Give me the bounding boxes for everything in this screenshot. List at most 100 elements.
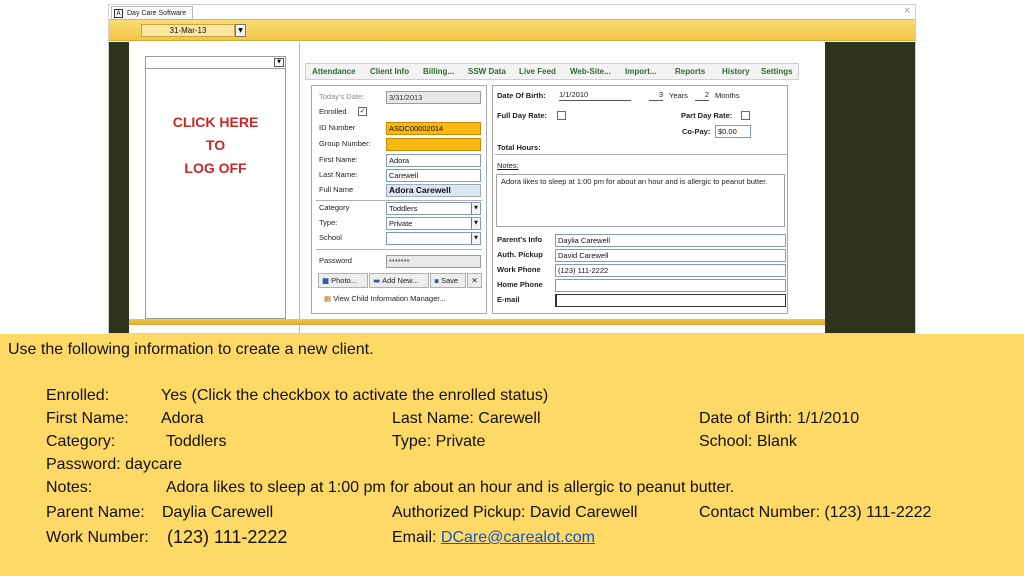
parent-name-instruction-label: Parent Name: bbox=[46, 504, 145, 521]
part-day-rate-checkbox[interactable] bbox=[741, 111, 750, 120]
full-day-rate-checkbox[interactable] bbox=[557, 111, 566, 120]
save-icon: ▪ bbox=[434, 276, 440, 285]
work-number-instruction-value: (123) 111-2222 bbox=[167, 527, 288, 547]
copay-field[interactable]: $0.00 bbox=[715, 125, 751, 138]
email-link[interactable]: DCare@carealot.com bbox=[441, 529, 595, 546]
photo-button[interactable]: ■ Photo... bbox=[318, 273, 368, 288]
footer-bar bbox=[129, 319, 825, 325]
tab-history[interactable]: History bbox=[722, 64, 750, 79]
todays-date-field[interactable]: 3/31/2013 bbox=[386, 91, 481, 104]
access-app-icon: A bbox=[114, 8, 123, 18]
tab-web-site[interactable]: Web-Site... bbox=[570, 64, 611, 79]
tab-billing[interactable]: Billing... bbox=[423, 64, 454, 79]
home-phone-field[interactable] bbox=[555, 279, 786, 292]
pane-divider bbox=[299, 42, 300, 333]
log-off-button[interactable]: CLICK HERE TO LOG OFF bbox=[146, 111, 285, 180]
section-divider bbox=[495, 154, 787, 155]
tab-attendance[interactable]: Attendance bbox=[312, 64, 356, 79]
full-name-label: Full Name bbox=[319, 185, 354, 194]
type-value: Private bbox=[389, 219, 413, 228]
log-off-line: TO bbox=[205, 137, 226, 153]
full-day-rate-label: Full Day Rate: bbox=[497, 111, 548, 120]
group-number-field[interactable] bbox=[386, 138, 481, 151]
section-divider bbox=[316, 249, 482, 250]
contact-number-instruction: Contact Number: (123) 111-2222 bbox=[699, 504, 932, 521]
left-border-strip bbox=[109, 42, 129, 333]
work-phone-field[interactable]: (123) 111-2222 bbox=[555, 264, 786, 277]
dob-label: Date Of Birth: bbox=[497, 91, 546, 100]
tab-reports[interactable]: Reports bbox=[675, 64, 705, 79]
email-field[interactable] bbox=[555, 294, 786, 307]
last-name-field[interactable]: Carewell bbox=[386, 169, 481, 182]
log-off-line: LOG OFF bbox=[184, 160, 247, 176]
type-label: Type: bbox=[319, 218, 338, 227]
todays-date-label: Today's Date: bbox=[319, 92, 365, 101]
photo-button-label: Photo... bbox=[331, 276, 357, 285]
manager-icon: ▦ bbox=[324, 294, 332, 303]
category-instruction-value: Toddlers bbox=[166, 433, 227, 450]
view-child-info-button[interactable]: ▦ View Child Information Manager... bbox=[324, 294, 446, 303]
tab-live-feed[interactable]: Live Feed bbox=[519, 64, 556, 79]
instruction-panel: Use the following information to create … bbox=[0, 334, 1024, 576]
auth-pickup-field[interactable]: David Carewell bbox=[555, 249, 786, 262]
tab-settings[interactable]: Settings bbox=[761, 64, 793, 79]
form-content: ▼ CLICK HERE TO LOG OFF Attendance Clien… bbox=[129, 42, 825, 333]
notes-instruction-value: Adora likes to sleep at 1:00 pm for abou… bbox=[166, 479, 735, 496]
type-instruction: Type: Private bbox=[392, 433, 486, 450]
password-field[interactable]: ******* bbox=[386, 255, 481, 268]
parents-info-field[interactable]: Daylia Carewell bbox=[555, 234, 786, 247]
enrolled-checkbox[interactable]: ✓ bbox=[358, 107, 367, 116]
years-field[interactable]: 3 bbox=[649, 90, 663, 101]
work-phone-label: Work Phone bbox=[497, 265, 541, 274]
notes-field[interactable]: Adora likes to sleep at 1:00 pm for abou… bbox=[496, 174, 785, 227]
full-name-field: Adora Carewell bbox=[386, 184, 481, 197]
tab-import[interactable]: Import... bbox=[625, 64, 657, 79]
section-divider bbox=[316, 200, 482, 201]
app-window: A Day Care Software × 31-Mar-13 ▼ ▼ CLIC… bbox=[108, 4, 916, 334]
dob-field[interactable]: 1/1/2010 bbox=[559, 90, 631, 101]
chevron-down-icon[interactable]: ▼ bbox=[274, 58, 284, 67]
view-child-info-label: View Child Information Manager... bbox=[333, 294, 446, 303]
chevron-down-icon[interactable]: ▼ bbox=[471, 218, 480, 229]
tab-ssw-data[interactable]: SSW Data bbox=[468, 64, 506, 79]
document-tab[interactable]: A Day Care Software bbox=[111, 6, 194, 19]
category-select[interactable]: Toddlers ▼ bbox=[386, 202, 481, 215]
chevron-down-icon[interactable]: ▼ bbox=[471, 203, 480, 214]
close-icon[interactable]: ✕ bbox=[467, 273, 482, 288]
category-instruction-label: Category: bbox=[46, 433, 116, 450]
parents-info-label: Parent's Info bbox=[497, 235, 543, 244]
client-details-section: Today's Date: 3/31/2013 Enrolled ✓ ID Nu… bbox=[311, 85, 487, 314]
id-number-label: ID Number bbox=[319, 123, 356, 132]
auth-pickup-label: Auth. Pickup bbox=[497, 250, 543, 259]
id-number-field[interactable]: ASDC00002014 bbox=[386, 122, 481, 135]
part-day-rate-label: Part Day Rate: bbox=[681, 111, 733, 120]
years-label: Years bbox=[669, 91, 688, 100]
right-border-strip bbox=[823, 42, 915, 333]
close-icon[interactable]: × bbox=[903, 6, 911, 16]
total-hours-label: Total Hours: bbox=[497, 143, 541, 152]
work-number-instruction-label: Work Number: bbox=[46, 529, 149, 546]
first-name-field[interactable]: Adora bbox=[386, 154, 481, 167]
months-field[interactable]: 2 bbox=[695, 90, 709, 101]
tab-client-info[interactable]: Client Info bbox=[370, 64, 409, 79]
password-label: Password bbox=[319, 256, 352, 265]
tab-strip: Attendance Client Info Billing... SSW Da… bbox=[305, 63, 799, 80]
add-new-button[interactable]: ▬ Add New... bbox=[369, 273, 429, 288]
add-record-icon: ▬ bbox=[373, 276, 381, 285]
save-button-label: Save bbox=[441, 276, 459, 285]
category-value: Toddlers bbox=[389, 204, 418, 213]
save-button[interactable]: ▪ Save bbox=[430, 273, 466, 288]
type-select[interactable]: Private ▼ bbox=[386, 217, 481, 230]
date-field[interactable]: 31-Mar-13 bbox=[141, 24, 235, 37]
months-label: Months bbox=[715, 91, 740, 100]
chevron-down-icon[interactable]: ▼ bbox=[471, 233, 480, 244]
chevron-down-icon[interactable]: ▼ bbox=[235, 24, 246, 37]
dob-instruction: Date of Birth: 1/1/2010 bbox=[699, 410, 860, 427]
last-name-instruction: Last Name: Carewell bbox=[392, 410, 541, 427]
client-extra-section: Date Of Birth: 1/1/2010 3 Years 2 Months… bbox=[492, 85, 788, 314]
navigation-combo[interactable]: ▼ bbox=[146, 57, 285, 69]
school-select[interactable]: ▼ bbox=[386, 232, 481, 245]
last-name-label: Last Name: bbox=[319, 170, 358, 179]
navigation-pane: ▼ CLICK HERE TO LOG OFF bbox=[145, 56, 286, 319]
title-bar: A Day Care Software × bbox=[109, 5, 915, 19]
